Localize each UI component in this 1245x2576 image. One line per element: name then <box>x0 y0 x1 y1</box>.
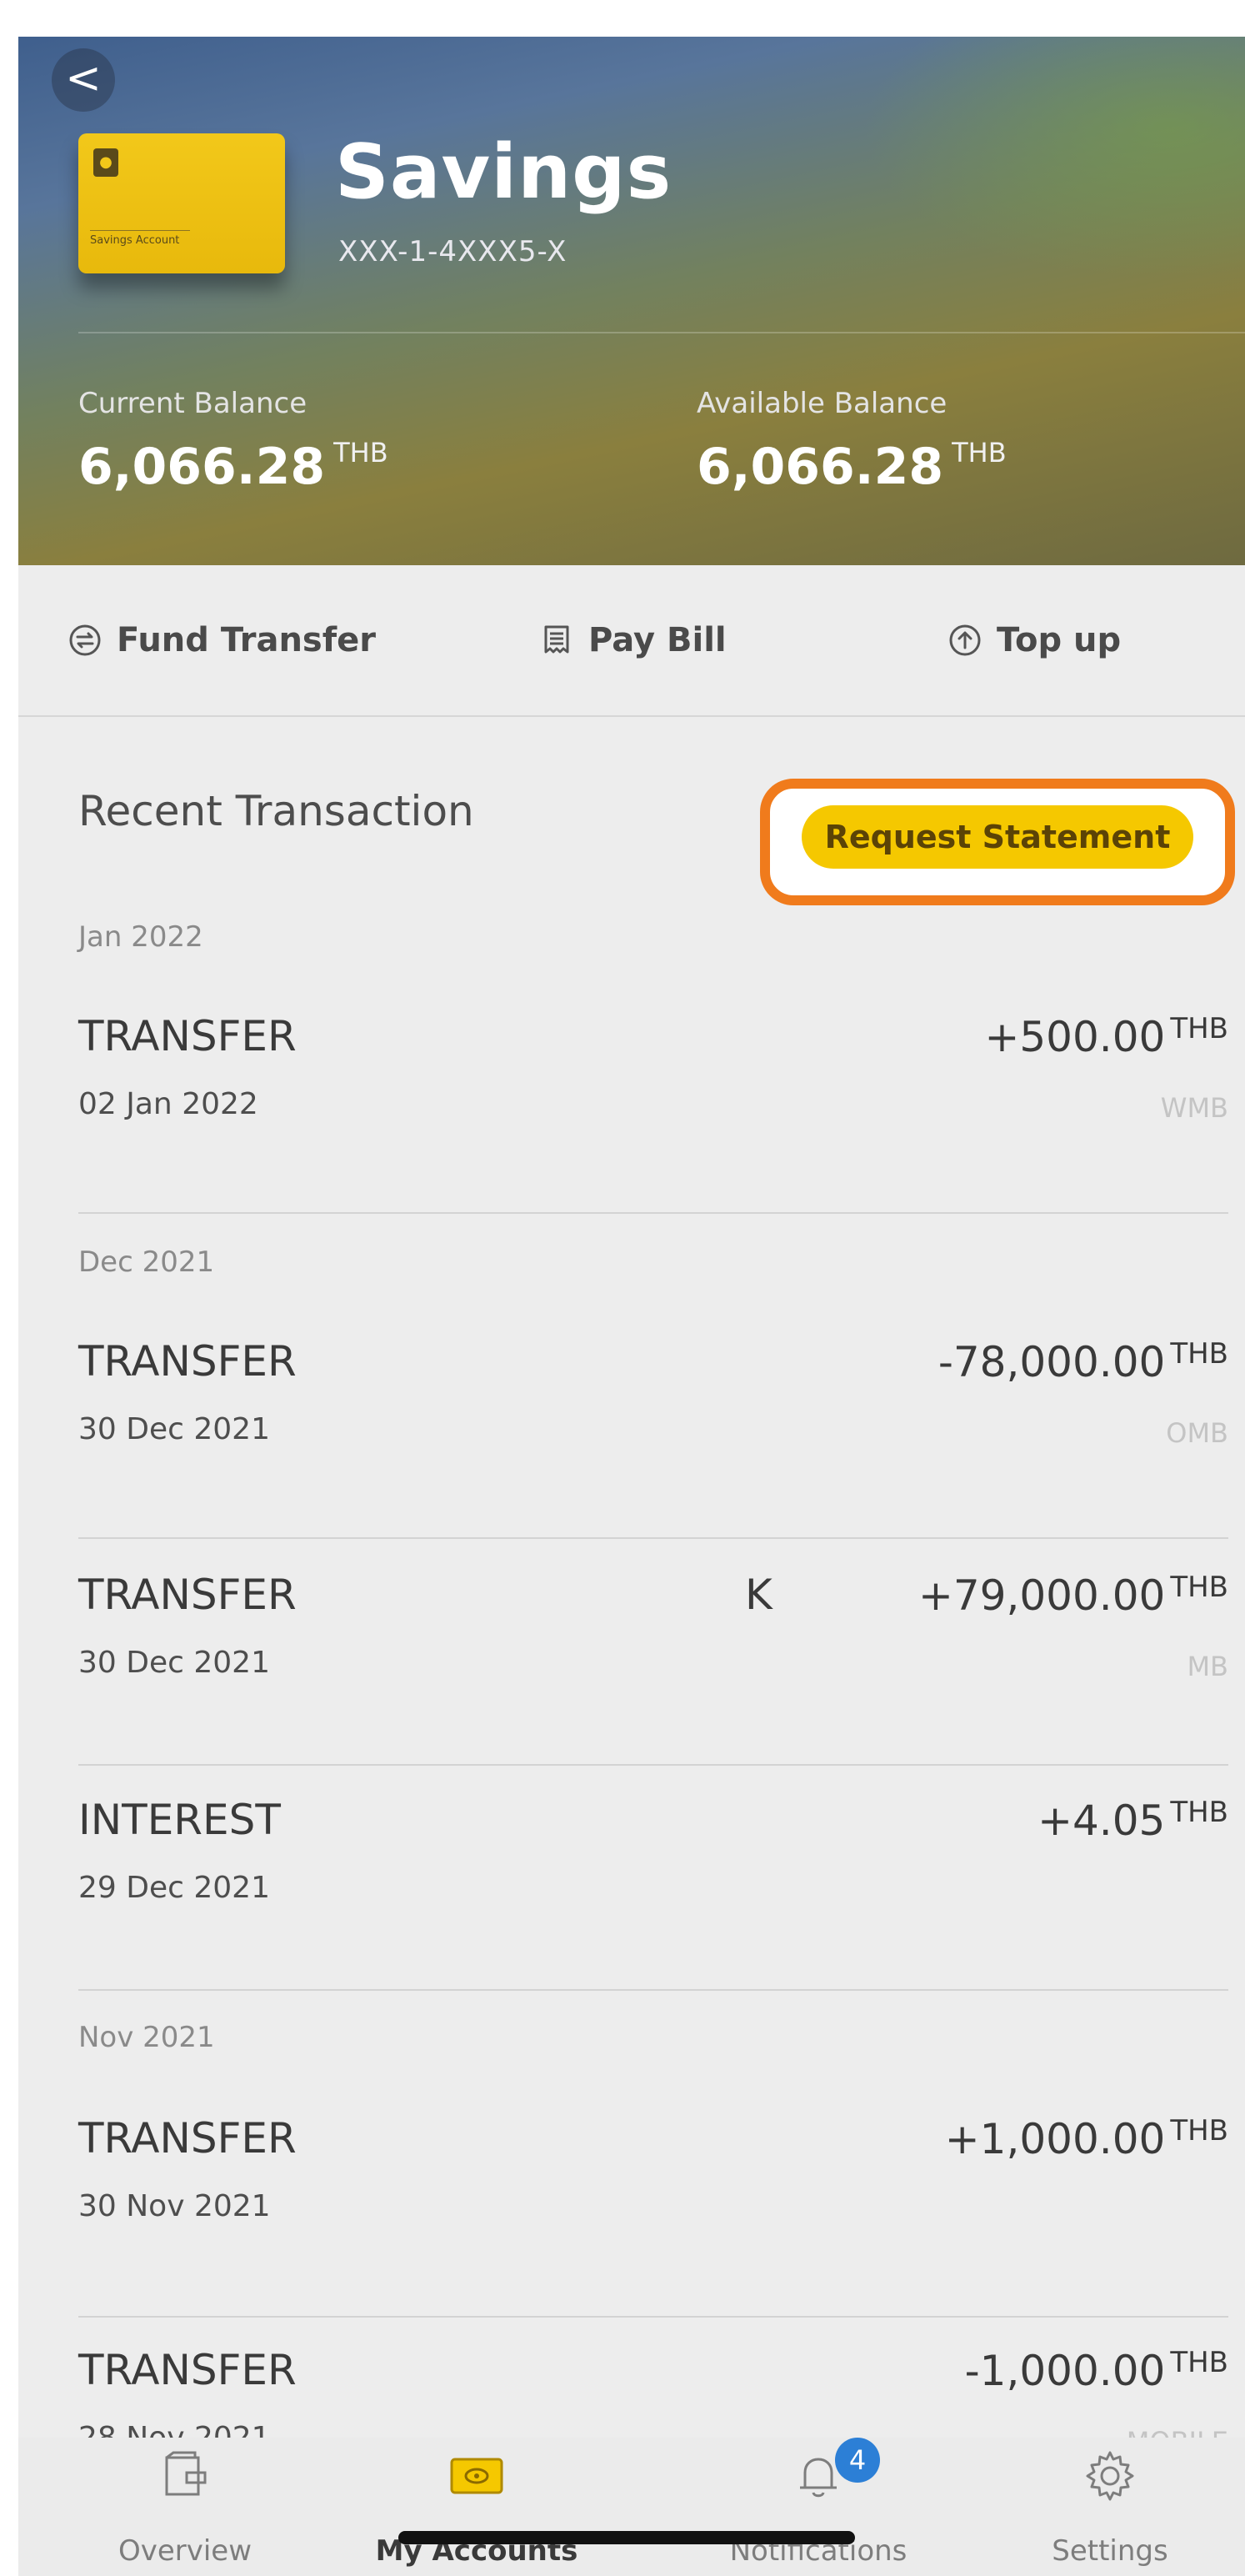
amount-unit: THB <box>1170 1012 1228 1045</box>
transaction-row[interactable]: TRANSFER 30 Dec 2021 -78,000.00 THB OMB <box>78 1337 1228 1554</box>
transaction-type: TRANSFER <box>78 2346 297 2394</box>
month-header: Jan 2022 <box>78 920 203 954</box>
pay-bill-label: Pay Bill <box>588 621 727 659</box>
transaction-row[interactable]: TRANSFER 30 Dec 2021 K +79,000.00 THB MB <box>78 1571 1228 1787</box>
account-card-icon <box>450 2458 503 2494</box>
gear-icon <box>1086 2451 1134 2501</box>
nav-label: Overview <box>118 2534 252 2568</box>
account-header: < ● Savings Account Savings XXX-1-4XXX5-… <box>18 37 1245 565</box>
transaction-type: TRANSFER <box>78 2114 297 2163</box>
amount-value: +79,000.00 <box>918 1571 1166 1620</box>
transaction-marker: K <box>745 1571 772 1619</box>
row-divider <box>78 2316 1228 2318</box>
transaction-row[interactable]: TRANSFER 02 Jan 2022 +500.00 THB WMB <box>78 1012 1228 1229</box>
nav-settings[interactable]: Settings <box>1002 2438 1218 2576</box>
recent-transaction-title: Recent Transaction <box>78 787 474 835</box>
current-balance-amount: 6,066.28 <box>78 438 326 496</box>
fund-transfer-label: Fund Transfer <box>117 621 376 659</box>
header-divider <box>78 332 1245 333</box>
transaction-amount: -1,000.00 THB <box>965 2346 1228 2395</box>
pay-bill-button[interactable]: Pay Bill <box>540 615 727 665</box>
transaction-type: TRANSFER <box>78 1571 297 1619</box>
arrow-up-circle-icon <box>949 624 981 656</box>
amount-value: -1,000.00 <box>964 2347 1166 2395</box>
amount-unit: THB <box>1170 2114 1228 2148</box>
month-header: Dec 2021 <box>78 1245 215 1279</box>
row-divider <box>78 1212 1228 1214</box>
nav-label: Settings <box>1052 2534 1168 2568</box>
transaction-date: 30 Dec 2021 <box>78 1646 270 1680</box>
top-up-label: Top up <box>997 621 1122 659</box>
transfer-icon <box>69 624 101 656</box>
home-indicator <box>398 2531 855 2544</box>
transaction-type: TRANSFER <box>78 1012 297 1060</box>
savings-card-image: ● Savings Account <box>78 133 285 273</box>
row-divider <box>78 1989 1228 1991</box>
fund-transfer-button[interactable]: Fund Transfer <box>68 615 376 665</box>
notification-badge: 4 <box>835 2438 880 2483</box>
account-number: XXX-1-4XXX5-X <box>338 235 568 268</box>
currency-unit: THB <box>952 437 1007 469</box>
row-divider <box>78 1764 1228 1766</box>
transaction-date: 30 Nov 2021 <box>78 2189 271 2223</box>
transaction-channel: OMB <box>1166 1417 1228 1449</box>
transaction-type: TRANSFER <box>78 1337 297 1386</box>
nav-my-accounts[interactable]: My Accounts <box>368 2438 585 2576</box>
amount-unit: THB <box>1170 2346 1228 2379</box>
available-balance-label: Available Balance <box>697 387 948 420</box>
transaction-amount: +79,000.00 THB <box>918 1571 1228 1620</box>
bottom-navigation: Overview My Accounts 4 Notifications Set… <box>18 2438 1245 2576</box>
bank-logo-icon: ● <box>93 148 118 177</box>
transaction-amount: +500.00 THB <box>984 1012 1228 1061</box>
current-balance-label: Current Balance <box>78 387 308 420</box>
top-up-button[interactable]: Top up <box>948 615 1121 665</box>
amount-value: +500.00 <box>984 1013 1166 1061</box>
transaction-channel: WMB <box>1160 1092 1228 1124</box>
nav-overview[interactable]: Overview <box>77 2438 293 2576</box>
transaction-date: 30 Dec 2021 <box>78 1412 270 1446</box>
transaction-type: INTEREST <box>78 1796 281 1844</box>
available-balance-amount: 6,066.28 <box>697 438 944 496</box>
amount-value: +4.05 <box>1038 1797 1166 1845</box>
available-balance-value: 6,066.28 THB <box>697 437 1007 496</box>
amount-value: +1,000.00 <box>944 2115 1166 2163</box>
transaction-row[interactable]: TRANSFER 30 Nov 2021 +1,000.00 THB <box>78 2114 1228 2331</box>
nav-notifications[interactable]: 4 Notifications <box>710 2438 927 2576</box>
quick-actions: Fund Transfer Pay Bill Top up <box>18 565 1245 717</box>
row-divider <box>78 1537 1228 1539</box>
transaction-amount: +1,000.00 THB <box>945 2114 1228 2163</box>
amount-unit: THB <box>1170 1571 1228 1604</box>
amount-unit: THB <box>1170 1796 1228 1829</box>
wallet-icon <box>165 2451 207 2496</box>
chevron-left-icon[interactable]: < <box>52 48 115 112</box>
month-header: Nov 2021 <box>78 2021 215 2054</box>
transaction-channel: MB <box>1187 1651 1228 1682</box>
amount-value: -78,000.00 <box>938 1338 1166 1386</box>
amount-unit: THB <box>1170 1337 1228 1371</box>
app-screen: < ● Savings Account Savings XXX-1-4XXX5-… <box>18 37 1245 2576</box>
currency-unit: THB <box>333 437 388 469</box>
transaction-amount: +4.05 THB <box>1038 1796 1228 1845</box>
receipt-icon <box>544 625 569 654</box>
transaction-date: 29 Dec 2021 <box>78 1871 270 1905</box>
request-statement-button[interactable]: Request Statement <box>802 805 1193 869</box>
transaction-row[interactable]: INTEREST 29 Dec 2021 +4.05 THB <box>78 1796 1228 2012</box>
transaction-amount: -78,000.00 THB <box>938 1337 1228 1386</box>
transaction-date: 02 Jan 2022 <box>78 1087 258 1121</box>
current-balance-value: 6,066.28 THB <box>78 437 388 496</box>
card-label: Savings Account <box>90 230 190 247</box>
account-title: Savings <box>335 128 672 216</box>
